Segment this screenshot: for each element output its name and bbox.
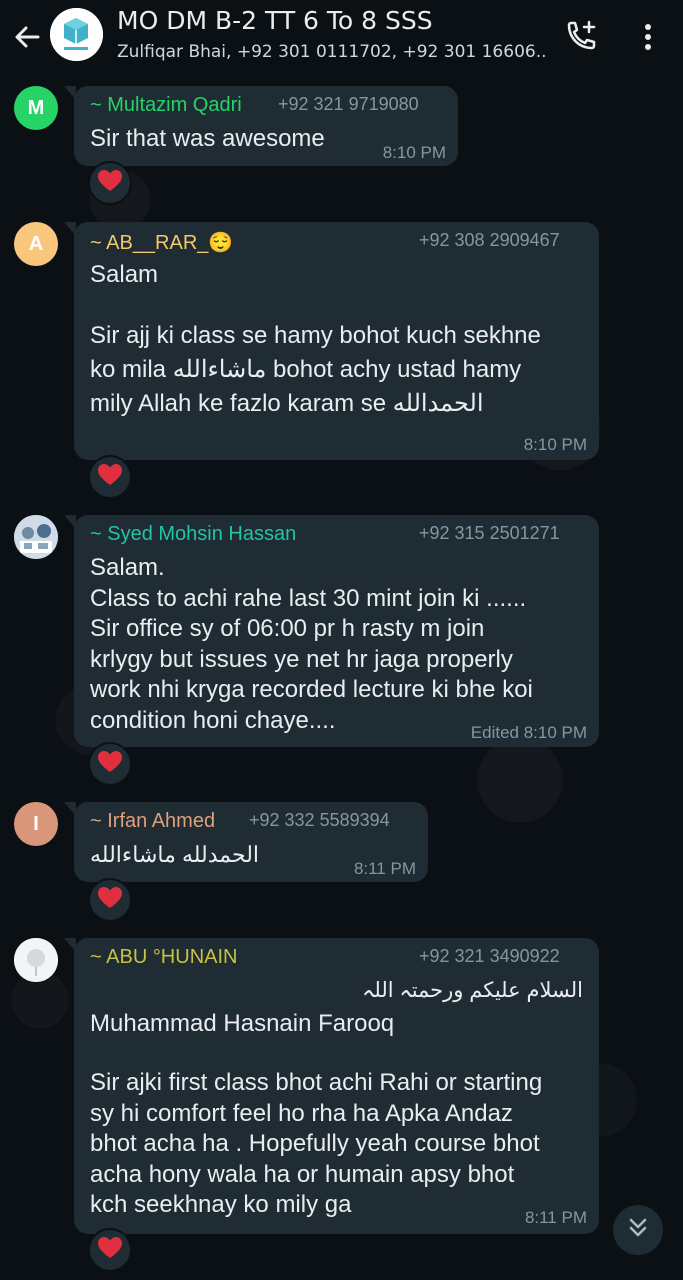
back-arrow-icon[interactable] <box>10 20 44 54</box>
message-bubble[interactable]: ~ Syed Mohsin Hassan +92 315 2501271 Sal… <box>64 515 599 747</box>
message-text: krlygy but issues ye net hr jaga properl… <box>90 645 513 673</box>
sender-name[interactable]: ~ Syed Mohsin Hassan <box>90 523 296 546</box>
scroll-to-bottom-button[interactable] <box>613 1205 663 1255</box>
message-text: Sir office sy of 06:00 pr h rasty m join <box>90 615 485 642</box>
sender-name[interactable]: ~ Irfan Ahmed <box>90 810 215 833</box>
sender-phone: +92 308 2909467 <box>419 230 560 250</box>
message-text: condition honi chaye.... <box>90 706 336 734</box>
message-time: 8:11 PM <box>353 859 416 878</box>
sender-phone: +92 321 9719080 <box>278 94 419 114</box>
message-text: ko mila ماشاءالله bohot achy ustad hamy <box>90 356 522 383</box>
message-text: work nhi kryga recorded lecture ki bhe k… <box>90 676 533 703</box>
heart-icon <box>97 750 123 778</box>
message-bubble[interactable]: ~ Multazim Qadri +92 321 9719080 Sir tha… <box>64 86 458 166</box>
edited-label: Edited <box>470 723 519 742</box>
message-text: Class to achi rahe last 30 mint join ki … <box>90 584 527 612</box>
heart-icon <box>97 886 123 914</box>
message-text: Sir ajki first class bhot achi Rahi or s… <box>90 1069 543 1096</box>
message-text: Sir that was awesome <box>90 125 325 152</box>
chat-header: MO DM B-2 TT 6 To 8 SSS Zulfiqar Bhai, +… <box>0 0 683 80</box>
message-bubble[interactable]: ~ AB__RAR_😌 +92 308 2909467 Salam Sir aj… <box>64 222 599 460</box>
reaction-badge[interactable] <box>88 1228 132 1272</box>
sender-avatar-photo[interactable] <box>14 515 58 559</box>
relieved-face-emoji: 😌 <box>208 232 234 254</box>
sender-phone: +92 321 3490922 <box>419 946 560 966</box>
message-text: الحمدلله ماشاءالله <box>90 842 260 867</box>
sender-avatar[interactable]: M <box>14 86 58 130</box>
sender-name[interactable]: ~ ABU °HUNAIN <box>90 946 237 969</box>
message-text: Sir ajj ki class se hamy bohot kuch sekh… <box>90 322 541 349</box>
sender-name[interactable]: ~ AB__RAR_😌 <box>90 230 233 255</box>
sender-avatar[interactable]: A <box>14 222 58 266</box>
sender-avatar-photo[interactable] <box>14 938 58 982</box>
message-bubble[interactable]: ~ ABU °HUNAIN +92 321 3490922 السلام علی… <box>64 938 599 1234</box>
message-time: 8:10 PM <box>523 435 587 454</box>
reaction-badge[interactable] <box>88 878 132 922</box>
message-text: kch seekhnay ko mily ga <box>90 1191 352 1218</box>
reaction-badge[interactable] <box>88 742 132 786</box>
message-text: السلام علیکم ورحمتہ اللہ <box>362 979 583 1002</box>
message-text: Muhammad Hasnain Farooq <box>90 1010 395 1037</box>
group-avatar[interactable] <box>50 8 103 61</box>
group-participants[interactable]: Zulfiqar Bhai, +92 301 0111702, +92 301 … <box>117 42 547 62</box>
message-time: 8:10 PM <box>382 143 446 162</box>
message-time: 8:11 PM <box>524 1208 587 1227</box>
more-options-icon[interactable] <box>634 20 662 54</box>
message-text: mily Allah ke fazlo karam se الحمدالله <box>90 390 484 417</box>
group-title[interactable]: MO DM B-2 TT 6 To 8 SSS <box>117 6 433 35</box>
message-text: Salam <box>90 261 159 288</box>
sender-avatar[interactable]: I <box>14 802 58 846</box>
sender-phone: +92 332 5589394 <box>249 810 390 830</box>
message-time: 8:10 PM <box>523 723 587 742</box>
add-call-icon[interactable] <box>561 18 599 56</box>
heart-icon <box>97 169 123 197</box>
message-text: bhot acha ha . Hopefully yeah course bho… <box>90 1130 540 1157</box>
message-bubble[interactable]: ~ Irfan Ahmed +92 332 5589394 الحمدلله م… <box>64 802 428 882</box>
sender-phone: +92 315 2501271 <box>419 523 560 543</box>
reaction-badge[interactable] <box>88 161 132 205</box>
message-text: acha hony wala ha or humain apsy bhot <box>90 1160 515 1188</box>
reaction-badge[interactable] <box>88 455 132 499</box>
message-text: sy hi comfort feel ho rha ha Apka Andaz <box>90 1099 513 1127</box>
double-chevron-down-icon <box>625 1215 651 1245</box>
heart-icon <box>97 1236 123 1264</box>
sender-name[interactable]: ~ Multazim Qadri <box>90 94 242 117</box>
heart-icon <box>97 463 123 491</box>
message-text: Salam. <box>90 554 165 581</box>
